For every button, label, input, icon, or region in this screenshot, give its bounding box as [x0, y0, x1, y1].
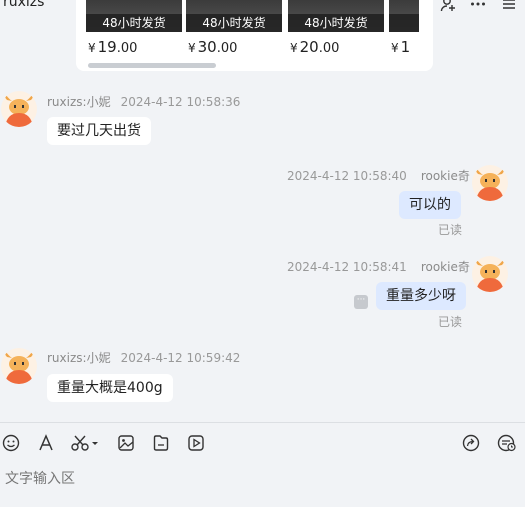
- shipping-badge: 48小时发货: [288, 14, 384, 32]
- product-card: 48小时发货 ¥19.00 48小时发货 ¥30.00 48小时发货 ¥20.0…: [76, 0, 433, 71]
- message-input[interactable]: 文字输入区: [5, 468, 75, 488]
- message-bubble[interactable]: 要过几天出货: [47, 117, 151, 145]
- sender-name: ruxizs:小妮: [47, 95, 111, 109]
- image-icon[interactable]: [115, 432, 137, 454]
- avatar[interactable]: [472, 165, 508, 201]
- read-status: 已读: [438, 315, 463, 329]
- message-time: 2024-4-12 10:58:36: [120, 95, 241, 109]
- history-icon[interactable]: [496, 432, 518, 454]
- chat-title: ruxizs: [3, 0, 45, 10]
- message-meta: 2024-4-12 10:58:41 rookie奇: [287, 258, 470, 275]
- message-time: 2024-4-12 10:58:41: [287, 260, 407, 274]
- message-bubble[interactable]: 重量大概是400g: [47, 374, 173, 402]
- sender-name: rookie奇: [420, 260, 470, 274]
- shipping-badge: 48小时发货: [86, 14, 182, 32]
- video-icon[interactable]: [185, 432, 207, 454]
- sender-name: ruxizs:小妮: [47, 351, 111, 365]
- message-meta: 2024-4-12 10:58:40 rookie奇: [287, 167, 470, 184]
- avatar[interactable]: [1, 91, 37, 127]
- message-more-icon[interactable]: ···: [354, 295, 368, 309]
- composer-divider: [0, 422, 525, 423]
- message-meta: ruxizs:小妮 2024-4-12 10:59:42: [47, 349, 240, 366]
- more-icon[interactable]: [470, 0, 486, 12]
- add-user-icon[interactable]: [440, 0, 456, 12]
- composer-toolbar: [0, 432, 525, 456]
- product-item[interactable]: 48小时发货 ¥30.00: [186, 0, 282, 60]
- share-icon[interactable]: [460, 432, 482, 454]
- product-item[interactable]: 48小时发货 ¥20.00: [288, 0, 384, 60]
- list-icon[interactable]: [501, 0, 517, 12]
- read-status: 已读: [438, 223, 463, 237]
- font-icon[interactable]: [35, 432, 57, 454]
- product-price: ¥19.00: [88, 38, 138, 56]
- shipping-badge: 48小时发货: [186, 14, 282, 32]
- message-bubble[interactable]: 可以的: [399, 191, 461, 219]
- product-item[interactable]: 4 ¥1: [389, 0, 419, 60]
- file-icon[interactable]: [150, 432, 172, 454]
- message-time: 2024-4-12 10:59:42: [120, 351, 241, 365]
- product-price: ¥20.00: [290, 38, 340, 56]
- product-item[interactable]: 48小时发货 ¥19.00: [86, 0, 182, 60]
- horizontal-scrollbar[interactable]: [88, 63, 216, 68]
- message-time: 2024-4-12 10:58:40: [287, 169, 407, 183]
- emoji-icon[interactable]: [0, 432, 22, 454]
- scissors-icon[interactable]: [70, 432, 100, 454]
- avatar[interactable]: [472, 256, 508, 292]
- chat-window: ruxizs 48小时发货 ¥19.00 48小时发货 ¥30.00 48小时发…: [0, 0, 525, 507]
- product-price: ¥1: [391, 38, 411, 56]
- shipping-badge: 4: [389, 14, 419, 32]
- product-price: ¥30.00: [188, 38, 238, 56]
- message-meta: ruxizs:小妮 2024-4-12 10:58:36: [47, 93, 240, 110]
- sender-name: rookie奇: [420, 169, 470, 183]
- message-bubble[interactable]: 重量多少呀: [376, 282, 466, 310]
- avatar[interactable]: [1, 348, 37, 384]
